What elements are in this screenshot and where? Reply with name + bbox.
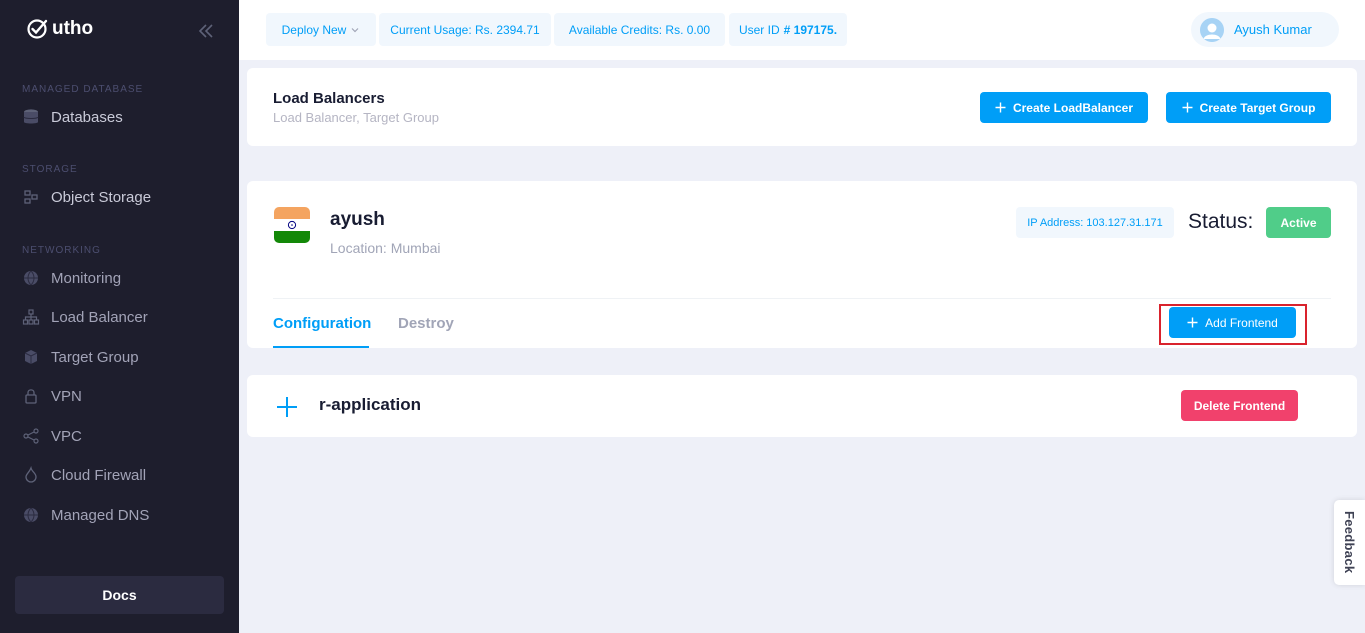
avatar (1200, 17, 1224, 42)
current-usage-badge: Current Usage: Rs. 2394.71 (379, 13, 551, 46)
cube-icon (22, 348, 40, 366)
sidebar-item-label: Cloud Firewall (51, 466, 147, 484)
sidebar-item-label: Load Balancer (51, 308, 148, 326)
deploy-new-label: Deploy New (281, 22, 347, 37)
status-badge: Active (1266, 207, 1331, 238)
available-credits-badge: Available Credits: Rs. 0.00 (554, 13, 725, 46)
expand-plus-icon[interactable] (276, 396, 298, 418)
user-id-prefix: User ID (738, 22, 780, 37)
breadcrumb: Load Balancer, Target Group (273, 110, 439, 125)
chevron-down-icon (351, 27, 359, 32)
divider (273, 298, 1331, 299)
sidebar-item-vpc[interactable]: VPC (22, 427, 82, 445)
section-label-storage: STORAGE (22, 164, 78, 175)
check-circle-icon (27, 19, 48, 39)
sidebar-item-label: Monitoring (51, 269, 122, 287)
load-balancer-name: ayush (330, 209, 385, 230)
double-chevron-left-icon[interactable] (197, 22, 215, 40)
load-balancer-location: Location: Mumbai (330, 240, 441, 256)
sidebar-item-label: Object Storage (51, 188, 152, 206)
tab-destroy[interactable]: Destroy (398, 315, 454, 332)
sidebar-item-monitoring[interactable]: Monitoring (22, 269, 121, 287)
create-loadbalancer-button[interactable]: Create LoadBalancer (980, 92, 1148, 123)
tab-configuration[interactable]: Configuration (273, 315, 371, 332)
status-label: Status: (1188, 210, 1254, 233)
feedback-label: Feedback (1342, 511, 1357, 574)
user-name: Ayush Kumar (1234, 22, 1312, 37)
available-credits-label: Available Credits: Rs. 0.00 (568, 22, 711, 37)
user-menu[interactable]: Ayush Kumar (1191, 12, 1339, 47)
share-icon (22, 427, 40, 445)
flame-icon (22, 466, 40, 484)
globe-icon (22, 506, 40, 524)
ip-address-badge: IP Address: 103.127.31.171 (1016, 207, 1174, 238)
lock-icon (22, 387, 40, 405)
sidebar-item-label: Target Group (51, 348, 139, 366)
current-usage-label: Current Usage: Rs. 2394.71 (390, 22, 540, 37)
globe-icon (22, 269, 40, 287)
sitemap-icon (22, 308, 40, 326)
deploy-new-dropdown[interactable]: Deploy New (266, 13, 376, 46)
create-target-group-button[interactable]: Create Target Group (1166, 92, 1331, 123)
frontend-card: r-application Delete Frontend (247, 375, 1357, 437)
section-label-networking: NETWORKING (22, 245, 101, 256)
section-label-managed-database: MANAGED DATABASE (22, 84, 144, 95)
sidebar-item-object-storage[interactable]: Object Storage (22, 188, 151, 206)
active-tab-indicator (273, 346, 369, 348)
sidebar-item-label: Databases (51, 108, 123, 126)
plus-icon (1182, 102, 1193, 113)
database-icon (22, 108, 40, 126)
sidebar-item-managed-dns[interactable]: Managed DNS (22, 506, 149, 524)
sidebar-item-databases[interactable]: Databases (22, 108, 123, 126)
storage-icon (22, 188, 40, 206)
user-id-value: # 197175. (783, 22, 838, 37)
sidebar-item-vpn[interactable]: VPN (22, 387, 82, 405)
user-id-badge: User ID # 197175. (729, 13, 847, 46)
brand-name: utho (52, 18, 94, 39)
brand-logo[interactable]: utho (26, 18, 93, 40)
sidebar: utho MANAGED DATABASE Databases STORAGE … (0, 0, 239, 633)
plus-icon (995, 102, 1006, 113)
top-header: Deploy New Current Usage: Rs. 2394.71 Av… (239, 0, 1365, 60)
page-toolbar-card: Load Balancers Load Balancer, Target Gro… (247, 68, 1357, 146)
sidebar-item-target-group[interactable]: Target Group (22, 348, 139, 366)
feedback-tab[interactable]: Feedback (1334, 500, 1365, 585)
add-frontend-button[interactable]: Add Frontend (1169, 307, 1296, 338)
page-title: Load Balancers (273, 90, 385, 107)
docs-button[interactable]: Docs (15, 576, 224, 614)
load-balancer-card: ayush Location: Mumbai IP Address: 103.1… (247, 181, 1357, 348)
sidebar-item-load-balancer[interactable]: Load Balancer (22, 308, 148, 326)
sidebar-item-cloud-firewall[interactable]: Cloud Firewall (22, 466, 146, 484)
sidebar-item-label: VPC (51, 427, 82, 445)
create-loadbalancer-label: Create LoadBalancer (1012, 100, 1134, 115)
sidebar-item-label: Managed DNS (51, 506, 150, 524)
frontend-name: r-application (319, 395, 422, 414)
india-flag-icon (274, 207, 310, 243)
plus-icon (1187, 317, 1198, 328)
delete-frontend-button[interactable]: Delete Frontend (1181, 390, 1298, 421)
sidebar-item-label: VPN (51, 387, 82, 405)
add-frontend-label: Add Frontend (1205, 315, 1278, 330)
create-target-group-label: Create Target Group (1199, 100, 1316, 115)
